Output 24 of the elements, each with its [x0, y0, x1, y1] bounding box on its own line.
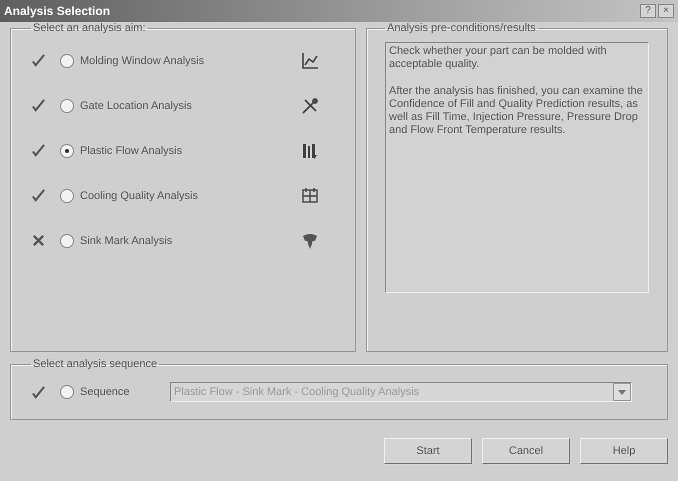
- radio-button[interactable]: [60, 234, 74, 248]
- radio-button[interactable]: [60, 144, 74, 158]
- description-text: After the analysis has finished, you can examine the Confidence of Fill and Quality Prediction results, as well as Fill Time, Injection Pressure, Pressure Drop and Flow Front Temperature results.: [389, 85, 644, 137]
- dialog-button[interactable]: Cancel: [482, 438, 570, 464]
- close-button[interactable]: ×: [658, 4, 674, 18]
- radio-button[interactable]: [60, 188, 74, 202]
- chart-icon: [300, 50, 320, 70]
- crossed-tools-icon: [300, 96, 320, 116]
- group-title: Analysis pre-conditions/results: [386, 22, 537, 34]
- dialog-button[interactable]: Start: [384, 438, 472, 464]
- group-title: Select analysis sequence: [32, 358, 158, 370]
- window-title: Analysis Selection: [4, 4, 110, 18]
- grid-icon: [300, 186, 320, 206]
- radio-button[interactable]: [60, 98, 74, 112]
- radio-button[interactable]: [60, 54, 74, 68]
- description-text: Check whether your part can be molded with acceptable quality.: [389, 45, 608, 71]
- help-button[interactable]: ?: [640, 4, 656, 18]
- option-label[interactable]: Molding Window Analysis: [80, 54, 260, 66]
- dialog-button[interactable]: Help: [580, 438, 668, 464]
- option-label[interactable]: Sink Mark Analysis: [80, 234, 260, 246]
- option-label[interactable]: Cooling Quality Analysis: [80, 190, 260, 202]
- option-label[interactable]: Gate Location Analysis: [80, 100, 260, 112]
- group-title: Select an analysis aim:: [32, 22, 146, 34]
- option-label[interactable]: Plastic Flow Analysis: [80, 144, 260, 156]
